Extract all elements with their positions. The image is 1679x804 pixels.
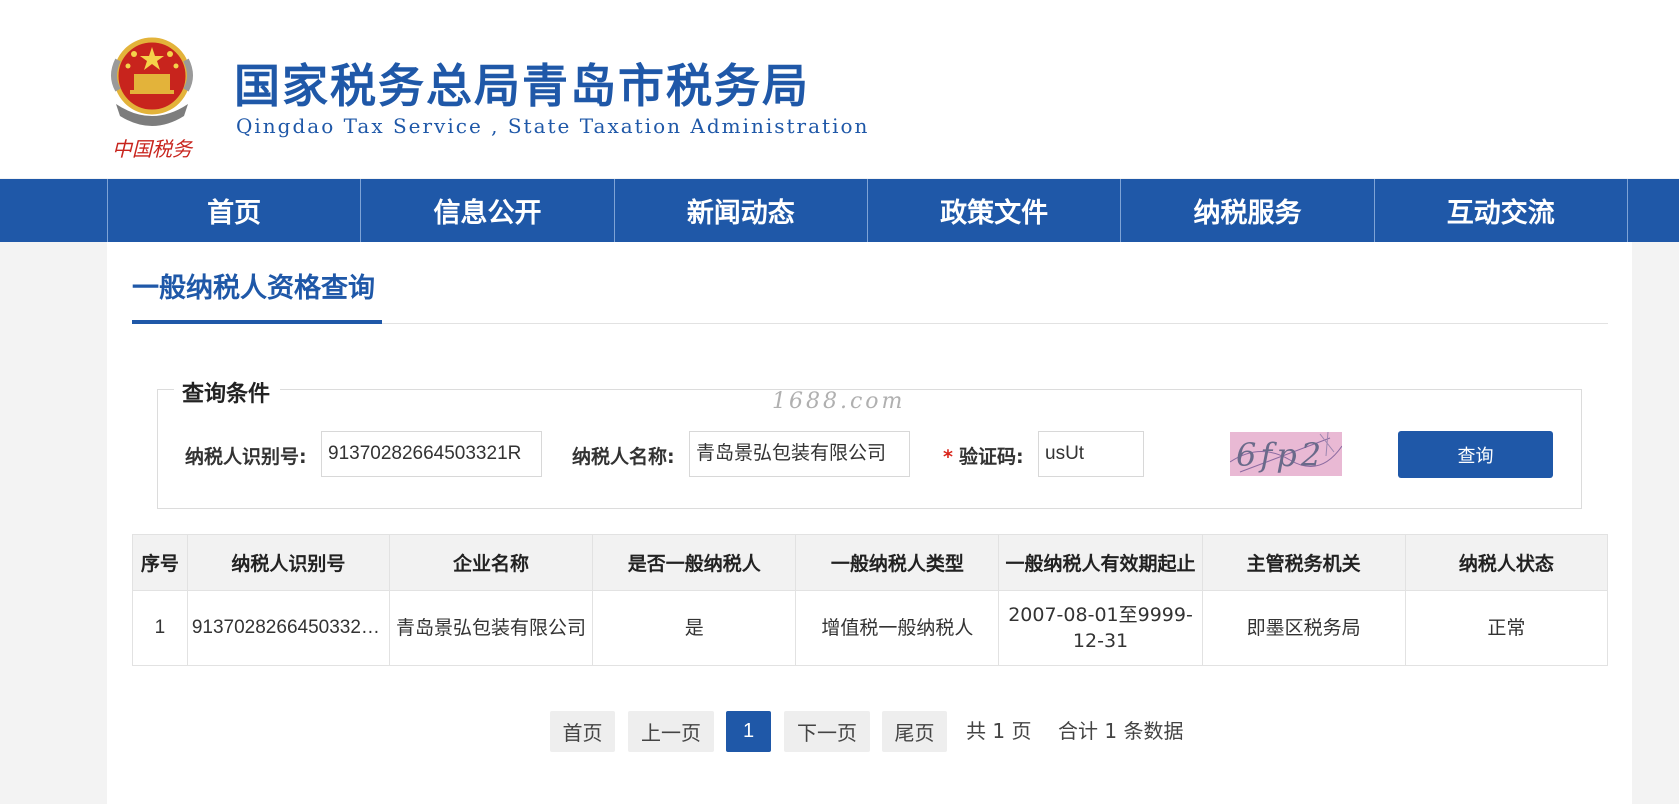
site-title: 国家税务总局青岛市税务局 bbox=[234, 59, 810, 113]
site-subtitle: Qingdao Tax Service , State Taxation Adm… bbox=[236, 114, 870, 138]
cell-validity: 2007-08-01至9999-12-31 bbox=[998, 590, 1203, 666]
query-legend: 查询条件 bbox=[174, 376, 281, 408]
cell-type: 增值税一般纳税人 bbox=[795, 590, 1000, 666]
col-header-company: 企业名称 bbox=[388, 534, 594, 591]
current-page-button[interactable]: 1 bbox=[726, 711, 771, 752]
emblem-caption: 中国税务 bbox=[112, 137, 194, 161]
col-header-type: 一般纳税人类型 bbox=[795, 534, 1000, 591]
main-content: 一般纳税人资格查询 查询条件 1688.com 纳税人识别号: 91370282… bbox=[107, 242, 1632, 804]
page-title: 一般纳税人资格查询 bbox=[132, 273, 375, 304]
cell-status: 正常 bbox=[1404, 590, 1609, 666]
taxpayer-name-input[interactable]: 青岛景弘包装有限公司 bbox=[689, 431, 910, 477]
captcha-image[interactable]: 6fp2 bbox=[1230, 432, 1342, 476]
nav-item-interaction[interactable]: 互动交流 bbox=[1375, 179, 1628, 242]
nav-item-news[interactable]: 新闻动态 bbox=[615, 179, 868, 242]
nav-item-info-disclosure[interactable]: 信息公开 bbox=[361, 179, 615, 242]
national-emblem-icon: 中国税务 bbox=[111, 37, 194, 161]
captcha-label: 验证码: bbox=[958, 446, 1024, 468]
col-header-index: 序号 bbox=[132, 534, 188, 591]
captcha-input[interactable]: usUt bbox=[1038, 431, 1144, 477]
main-nav: 首页 信息公开 新闻动态 政策文件 纳税服务 互动交流 bbox=[0, 179, 1679, 242]
query-button[interactable]: 查询 bbox=[1398, 431, 1553, 478]
taxpayer-id-label: 纳税人识别号: bbox=[185, 446, 307, 468]
col-header-status: 纳税人状态 bbox=[1404, 534, 1609, 591]
site-header: 中国税务 国家税务总局青岛市税务局 Qingdao Tax Service , … bbox=[0, 0, 1679, 178]
total-records: 合计 1 条数据 bbox=[1058, 719, 1184, 743]
cell-authority: 即墨区税务局 bbox=[1201, 590, 1406, 666]
title-underline bbox=[132, 320, 382, 324]
col-header-is-general: 是否一般纳税人 bbox=[592, 534, 797, 591]
table-row: 1 91370282664503321R 青岛景弘包装有限公司 是 增值税一般纳… bbox=[132, 590, 1609, 666]
pagination: 首页 上一页 1 下一页 尾页 共 1 页 合计 1 条数据 bbox=[107, 711, 1632, 752]
cell-index: 1 bbox=[132, 590, 188, 666]
cell-is-general: 是 bbox=[592, 590, 797, 666]
first-page-button[interactable]: 首页 bbox=[550, 711, 615, 752]
taxpayer-id-input[interactable]: 91370282664503321R bbox=[321, 431, 542, 477]
captcha-label-group: * 验证码: bbox=[943, 442, 1024, 469]
col-header-validity: 一般纳税人有效期起止 bbox=[998, 534, 1203, 591]
required-mark: * bbox=[943, 446, 953, 468]
last-page-button[interactable]: 尾页 bbox=[882, 711, 947, 752]
cell-company: 青岛景弘包装有限公司 bbox=[388, 590, 594, 666]
next-page-button[interactable]: 下一页 bbox=[784, 711, 870, 752]
taxpayer-name-label: 纳税人名称: bbox=[572, 446, 675, 468]
watermark: 1688.com bbox=[772, 389, 906, 414]
prev-page-button[interactable]: 上一页 bbox=[628, 711, 714, 752]
nav-item-tax-service[interactable]: 纳税服务 bbox=[1121, 179, 1375, 242]
table-header-row: 序号 纳税人识别号 企业名称 是否一般纳税人 一般纳税人类型 一般纳税人有效期起… bbox=[132, 534, 1609, 591]
cell-taxpayer-id: 91370282664503321R bbox=[186, 590, 390, 666]
col-header-taxpayer-id: 纳税人识别号 bbox=[186, 534, 390, 591]
nav-item-home[interactable]: 首页 bbox=[108, 179, 362, 242]
captcha-text: 6fp2 bbox=[1236, 436, 1325, 474]
col-header-authority: 主管税务机关 bbox=[1201, 534, 1406, 591]
total-pages: 共 1 页 bbox=[966, 719, 1032, 743]
nav-item-policy[interactable]: 政策文件 bbox=[868, 179, 1122, 242]
results-table: 序号 纳税人识别号 企业名称 是否一般纳税人 一般纳税人类型 一般纳税人有效期起… bbox=[132, 534, 1609, 666]
